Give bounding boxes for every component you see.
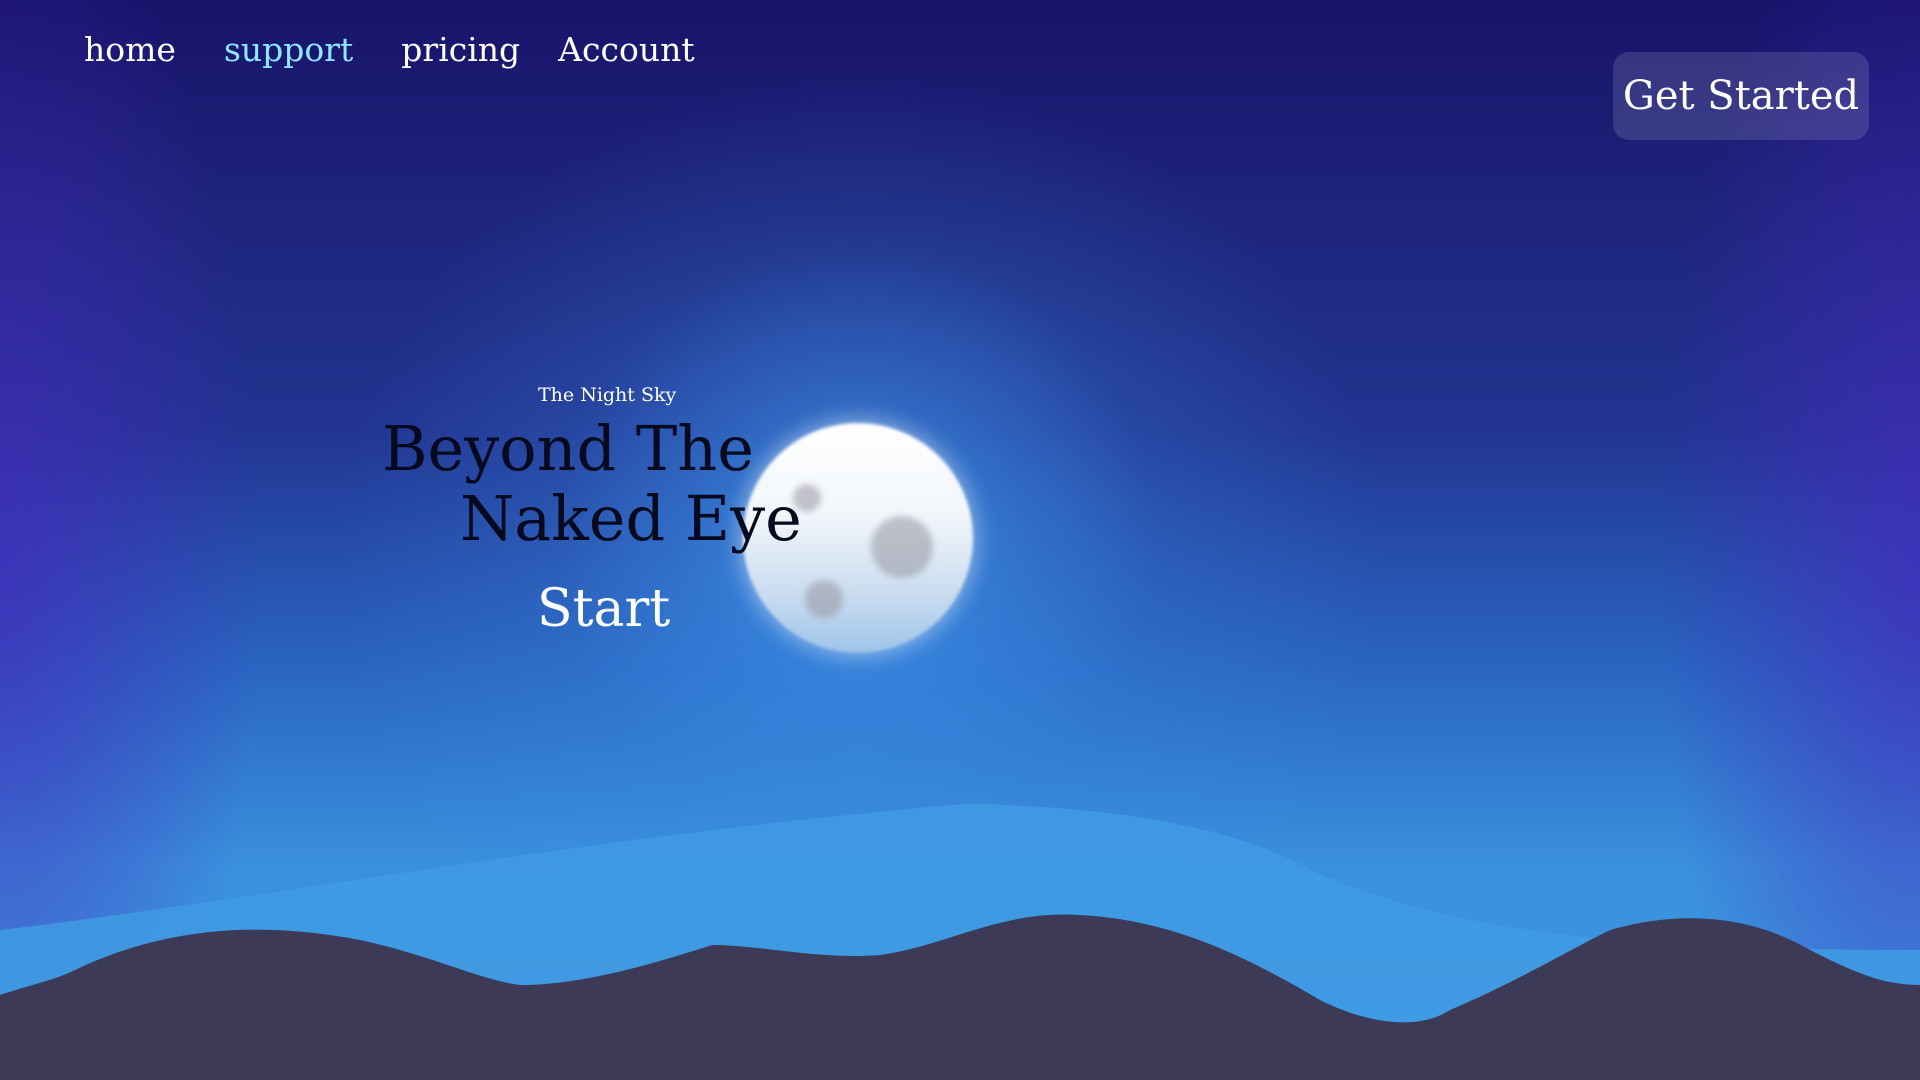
get-started-button[interactable]: Get Started: [1613, 52, 1869, 140]
start-button[interactable]: Start: [537, 583, 670, 635]
moon-crater: [871, 516, 933, 578]
moon-crater: [805, 580, 843, 618]
hero-title-line-1: Beyond The: [382, 412, 754, 485]
nav-link-support[interactable]: support: [224, 30, 353, 69]
nav-link-home[interactable]: home: [84, 30, 176, 69]
nav-link-pricing[interactable]: pricing: [401, 30, 520, 69]
nav-link-account[interactable]: Account: [558, 30, 694, 69]
front-hill: [0, 914, 1920, 1080]
hero-title-line-2: Naked Eye: [460, 482, 802, 555]
main-nav: home support pricing Account: [84, 30, 743, 69]
hero-eyebrow: The Night Sky: [538, 384, 677, 406]
